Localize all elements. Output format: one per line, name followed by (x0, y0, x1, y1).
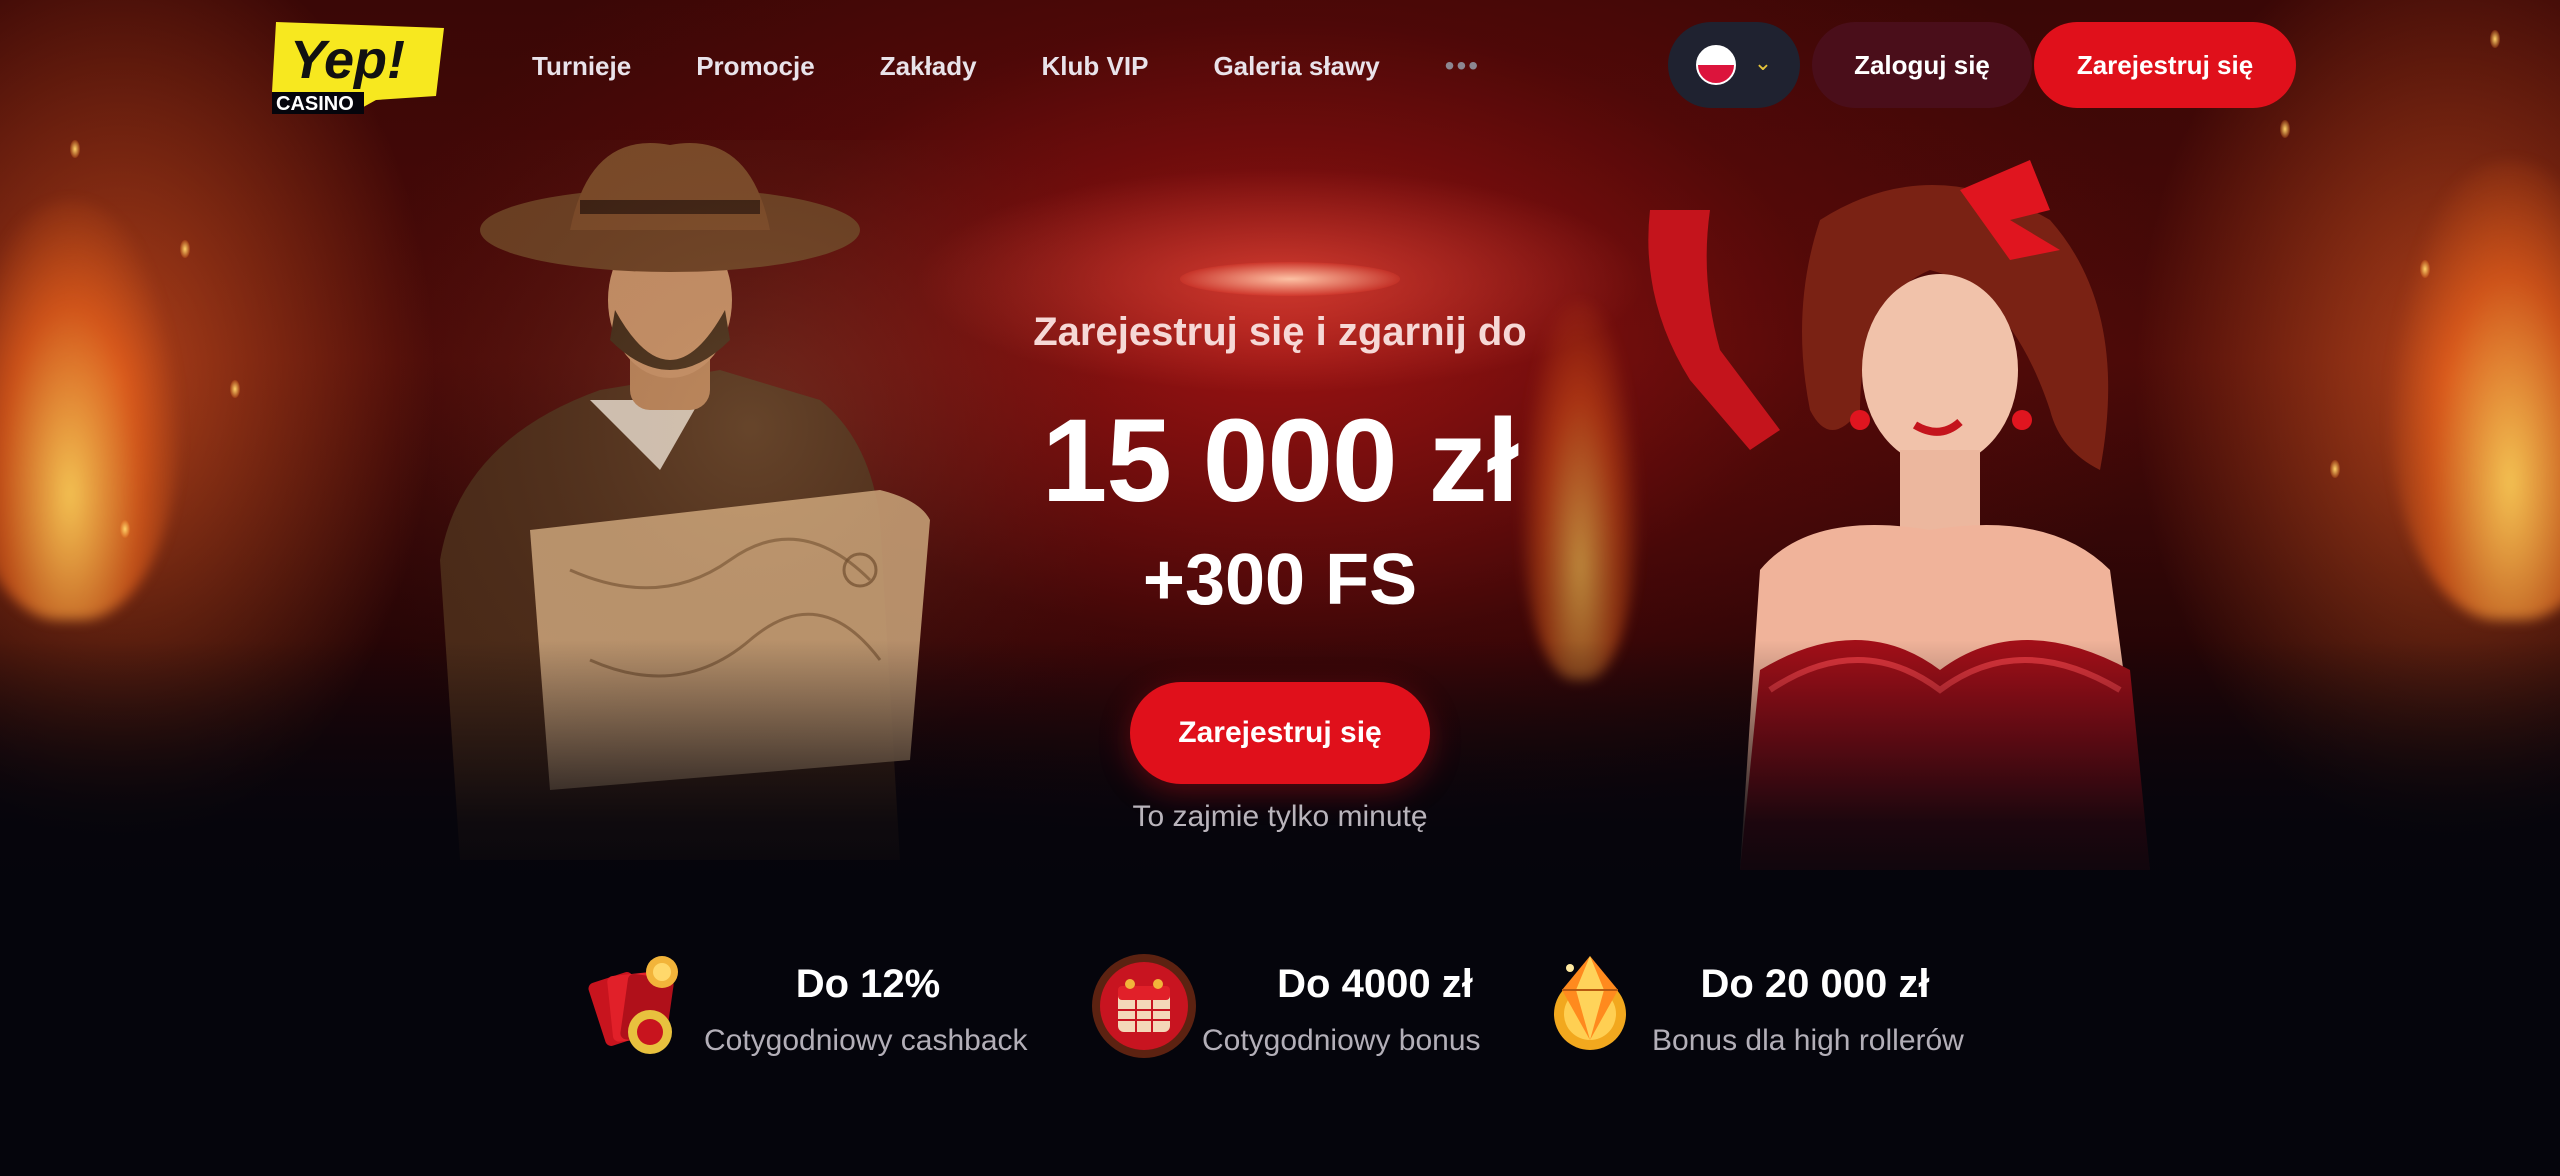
feature-high-rollers: Do 20 000 zł Bonus dla high rollerów (1540, 948, 1980, 1068)
diamond-coin-icon (1554, 956, 1626, 1050)
poland-flag-icon (1695, 45, 1736, 85)
register-button-header[interactable]: Zarejestruj się (2034, 22, 2296, 108)
nav-item-galeria-slawy[interactable]: Galeria sławy (1213, 51, 1379, 82)
nav-item-turnieje[interactable]: Turnieje (532, 51, 631, 82)
feature-description: Cotygodniowy cashback (704, 1024, 1028, 1057)
register-cta-button[interactable]: Zarejestruj się (1130, 682, 1430, 784)
cards-cashback-icon (588, 956, 678, 1054)
nav-item-zaklady[interactable]: Zakłady (880, 51, 977, 82)
flame-left (0, 200, 180, 620)
feature-description: Cotygodniowy bonus (1202, 1024, 1481, 1057)
feature-description: Bonus dla high rollerów (1652, 1024, 1964, 1057)
hero-subtitle: Zarejestruj się i zgarnij do (1033, 310, 1527, 354)
yep-casino-logo[interactable]: Yep! CASINO (268, 18, 448, 115)
feature-title: Do 20 000 zł (1700, 962, 1930, 1006)
ceiling-lamp-glow (1180, 262, 1400, 296)
feature-weekly-bonus: Do 4000 zł Cotygodniowy bonus (1090, 948, 1510, 1068)
feature-cashback: Do 12% Cotygodniowy cashback (588, 948, 1048, 1068)
nav-item-promocje[interactable]: Promocje (696, 51, 815, 82)
logo-mark: Yep! CASINO (272, 22, 444, 115)
flame-right (2390, 160, 2560, 620)
ember (2420, 260, 2430, 278)
feature-title: Do 12% (795, 962, 941, 1006)
login-button[interactable]: Zaloguj się (1812, 22, 2032, 108)
logo-subtext: CASINO (276, 93, 354, 114)
ember (230, 380, 240, 398)
ember (180, 240, 190, 258)
chevron-down-icon: ⌄ (1753, 50, 1773, 75)
nav-item-klub-vip[interactable]: Klub VIP (1042, 51, 1149, 82)
ember (2330, 460, 2340, 478)
ember (70, 140, 80, 158)
calendar-bonus-icon (1092, 954, 1196, 1058)
ember (120, 520, 130, 538)
hero-bonus-amount: 15 000 zł (1041, 395, 1519, 527)
cta-note: To zajmie tylko minutę (1132, 800, 1428, 833)
logo-text: Yep! (290, 30, 405, 90)
hero-promo: Zarejestruj się i zgarnij do 15 000 zł +… (880, 310, 1680, 616)
more-menu-icon[interactable]: ••• (1445, 50, 1480, 82)
site-header: Yep! CASINO Turnieje Promocje Zakłady Kl… (0, 0, 2560, 130)
feature-title: Do 4000 zł (1277, 962, 1473, 1006)
language-selector[interactable]: ⌄ (1668, 22, 1800, 108)
main-navigation: Turnieje Promocje Zakłady Klub VIP Galer… (532, 48, 1480, 84)
hero-free-spins: +300 FS (1142, 540, 1418, 620)
